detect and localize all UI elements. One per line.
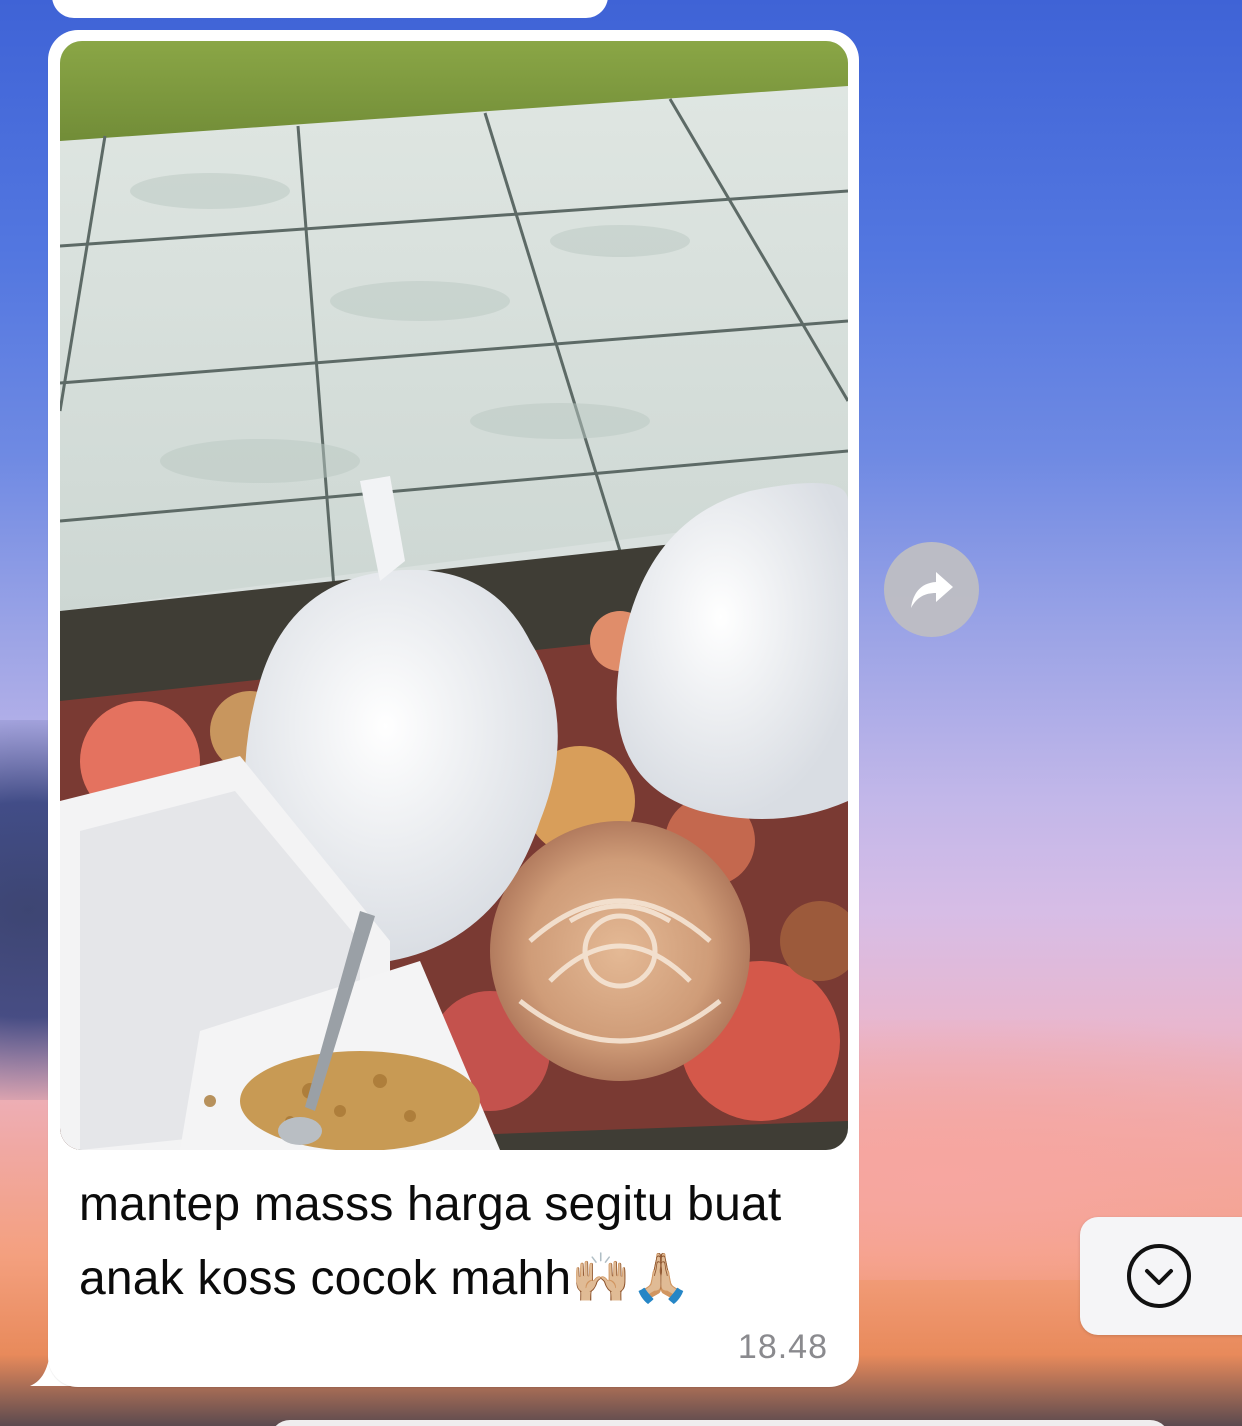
scroll-to-bottom-button[interactable]	[1080, 1217, 1242, 1335]
message-caption: mantep masss harga segitu buat anak koss…	[79, 1168, 839, 1316]
message-photo[interactable]	[60, 41, 848, 1150]
chat-screen: mantep masss harga segitu buat anak koss…	[0, 0, 1242, 1426]
chevron-down-circle-icon	[1127, 1244, 1191, 1308]
forward-button[interactable]	[884, 542, 979, 637]
photo-illustration	[60, 41, 848, 1150]
previous-message-bubble[interactable]	[52, 0, 608, 18]
next-message-bubble[interactable]	[270, 1420, 1170, 1426]
forward-arrow-icon	[910, 571, 953, 608]
message-timestamp: 18.48	[737, 1328, 828, 1366]
caption-line-1: mantep masss harga segitu buat	[79, 1178, 782, 1231]
caption-line-2: anak koss cocok mahh🙌🏼🙏🏼	[79, 1252, 692, 1305]
